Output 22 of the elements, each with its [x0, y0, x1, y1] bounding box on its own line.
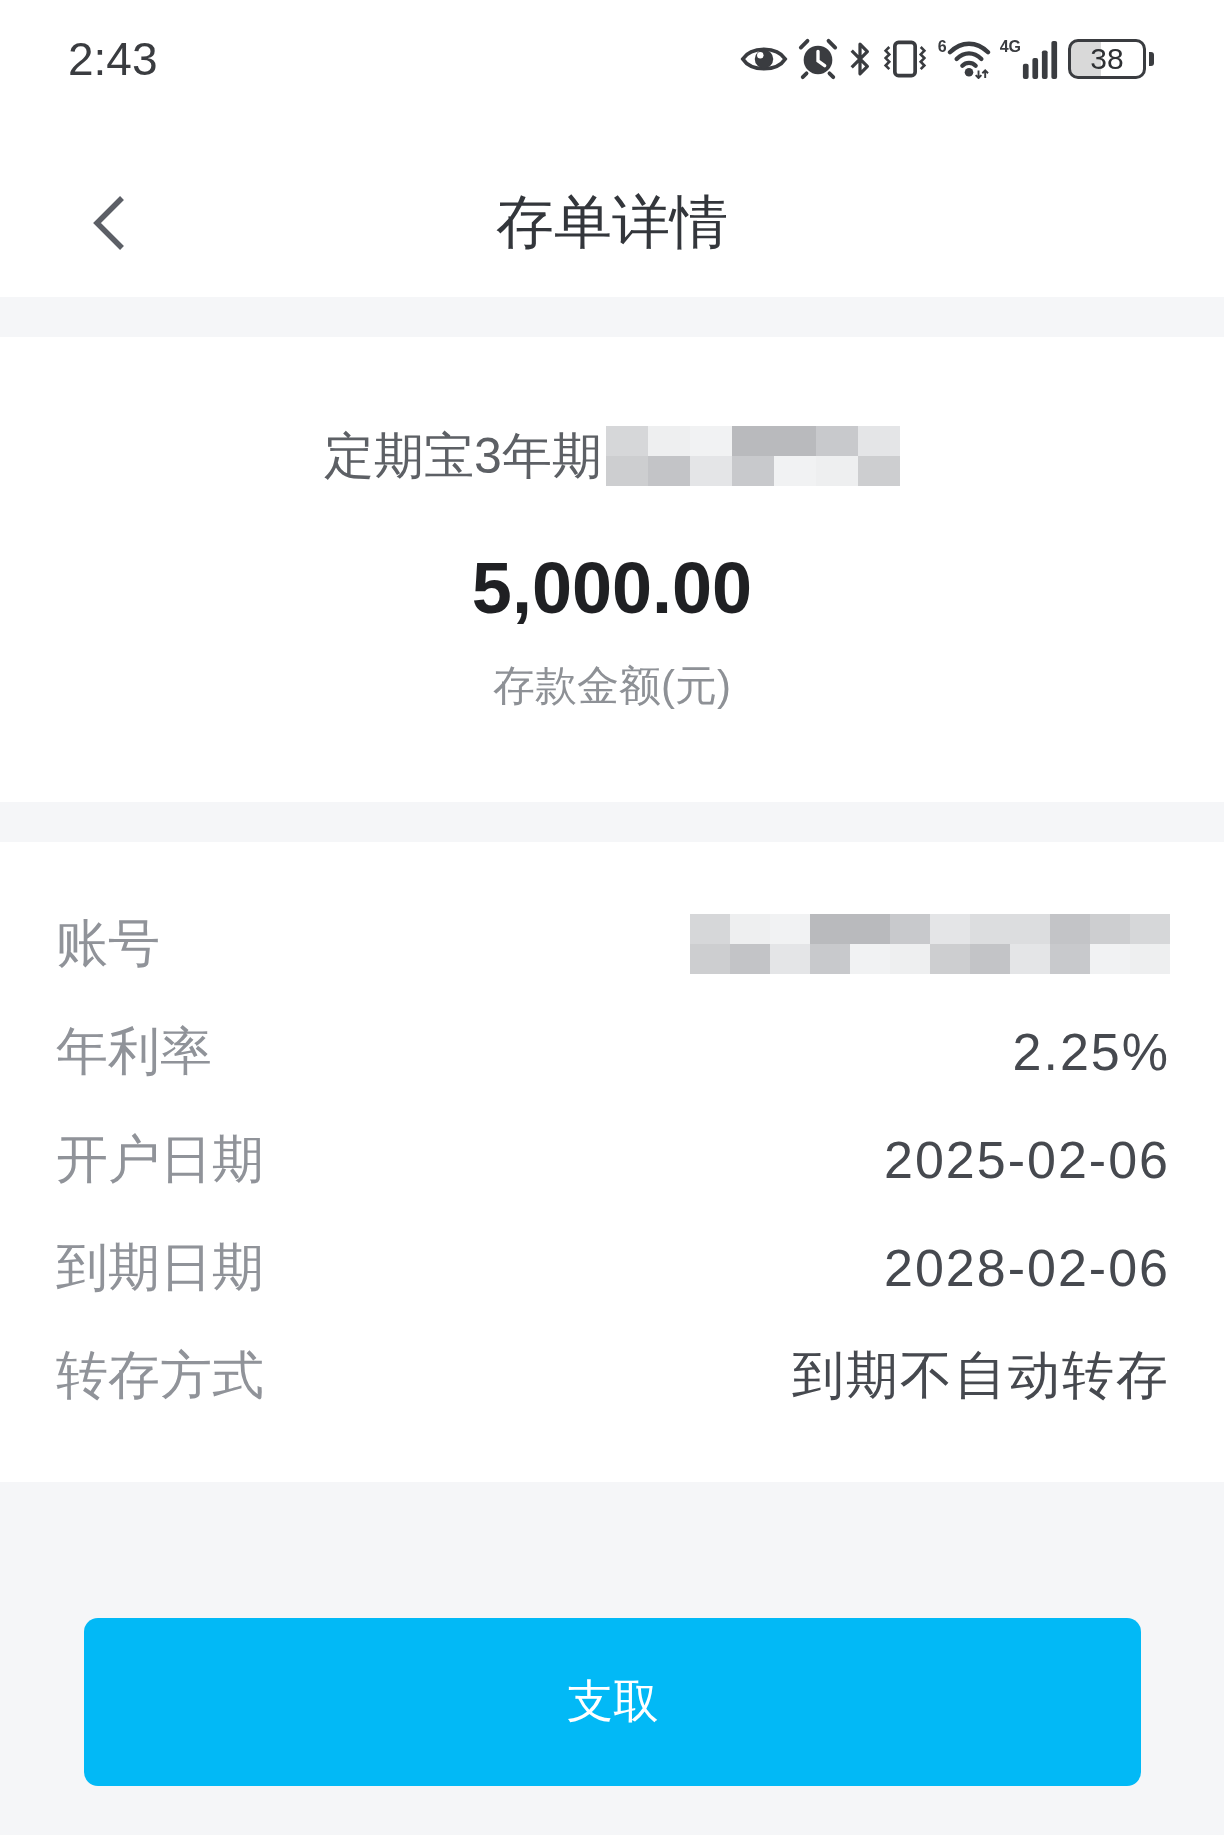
- detail-label: 账号: [56, 913, 160, 974]
- back-icon: [92, 194, 126, 251]
- alarm-clock-icon: [796, 38, 839, 80]
- status-time: 2:43: [68, 32, 158, 86]
- detail-label: 开户日期: [56, 1129, 264, 1190]
- deposit-amount: 5,000.00: [471, 550, 753, 626]
- wifi-icon: [946, 39, 991, 79]
- network-type-text: 4G: [999, 39, 1021, 55]
- detail-label: 年利率: [56, 1021, 212, 1082]
- detail-value: 2025-02-06: [884, 1130, 1170, 1190]
- detail-value: 2028-02-06: [884, 1238, 1170, 1298]
- detail-value: 2.25%: [1012, 1022, 1170, 1082]
- withdraw-button[interactable]: 支取: [84, 1618, 1141, 1786]
- detail-value: 到期不自动转存: [792, 1345, 1170, 1406]
- amount-caption: 存款金额(元): [493, 663, 731, 709]
- product-name: 定期宝3年期: [324, 427, 602, 485]
- wifi-generation-text: 6: [937, 39, 947, 55]
- detail-label: 到期日期: [56, 1237, 264, 1298]
- detail-label: 转存方式: [56, 1345, 264, 1406]
- signal-bars-icon: [1021, 39, 1059, 79]
- page-title: 存单详情: [496, 187, 728, 256]
- battery-indicator: 38: [1068, 39, 1154, 79]
